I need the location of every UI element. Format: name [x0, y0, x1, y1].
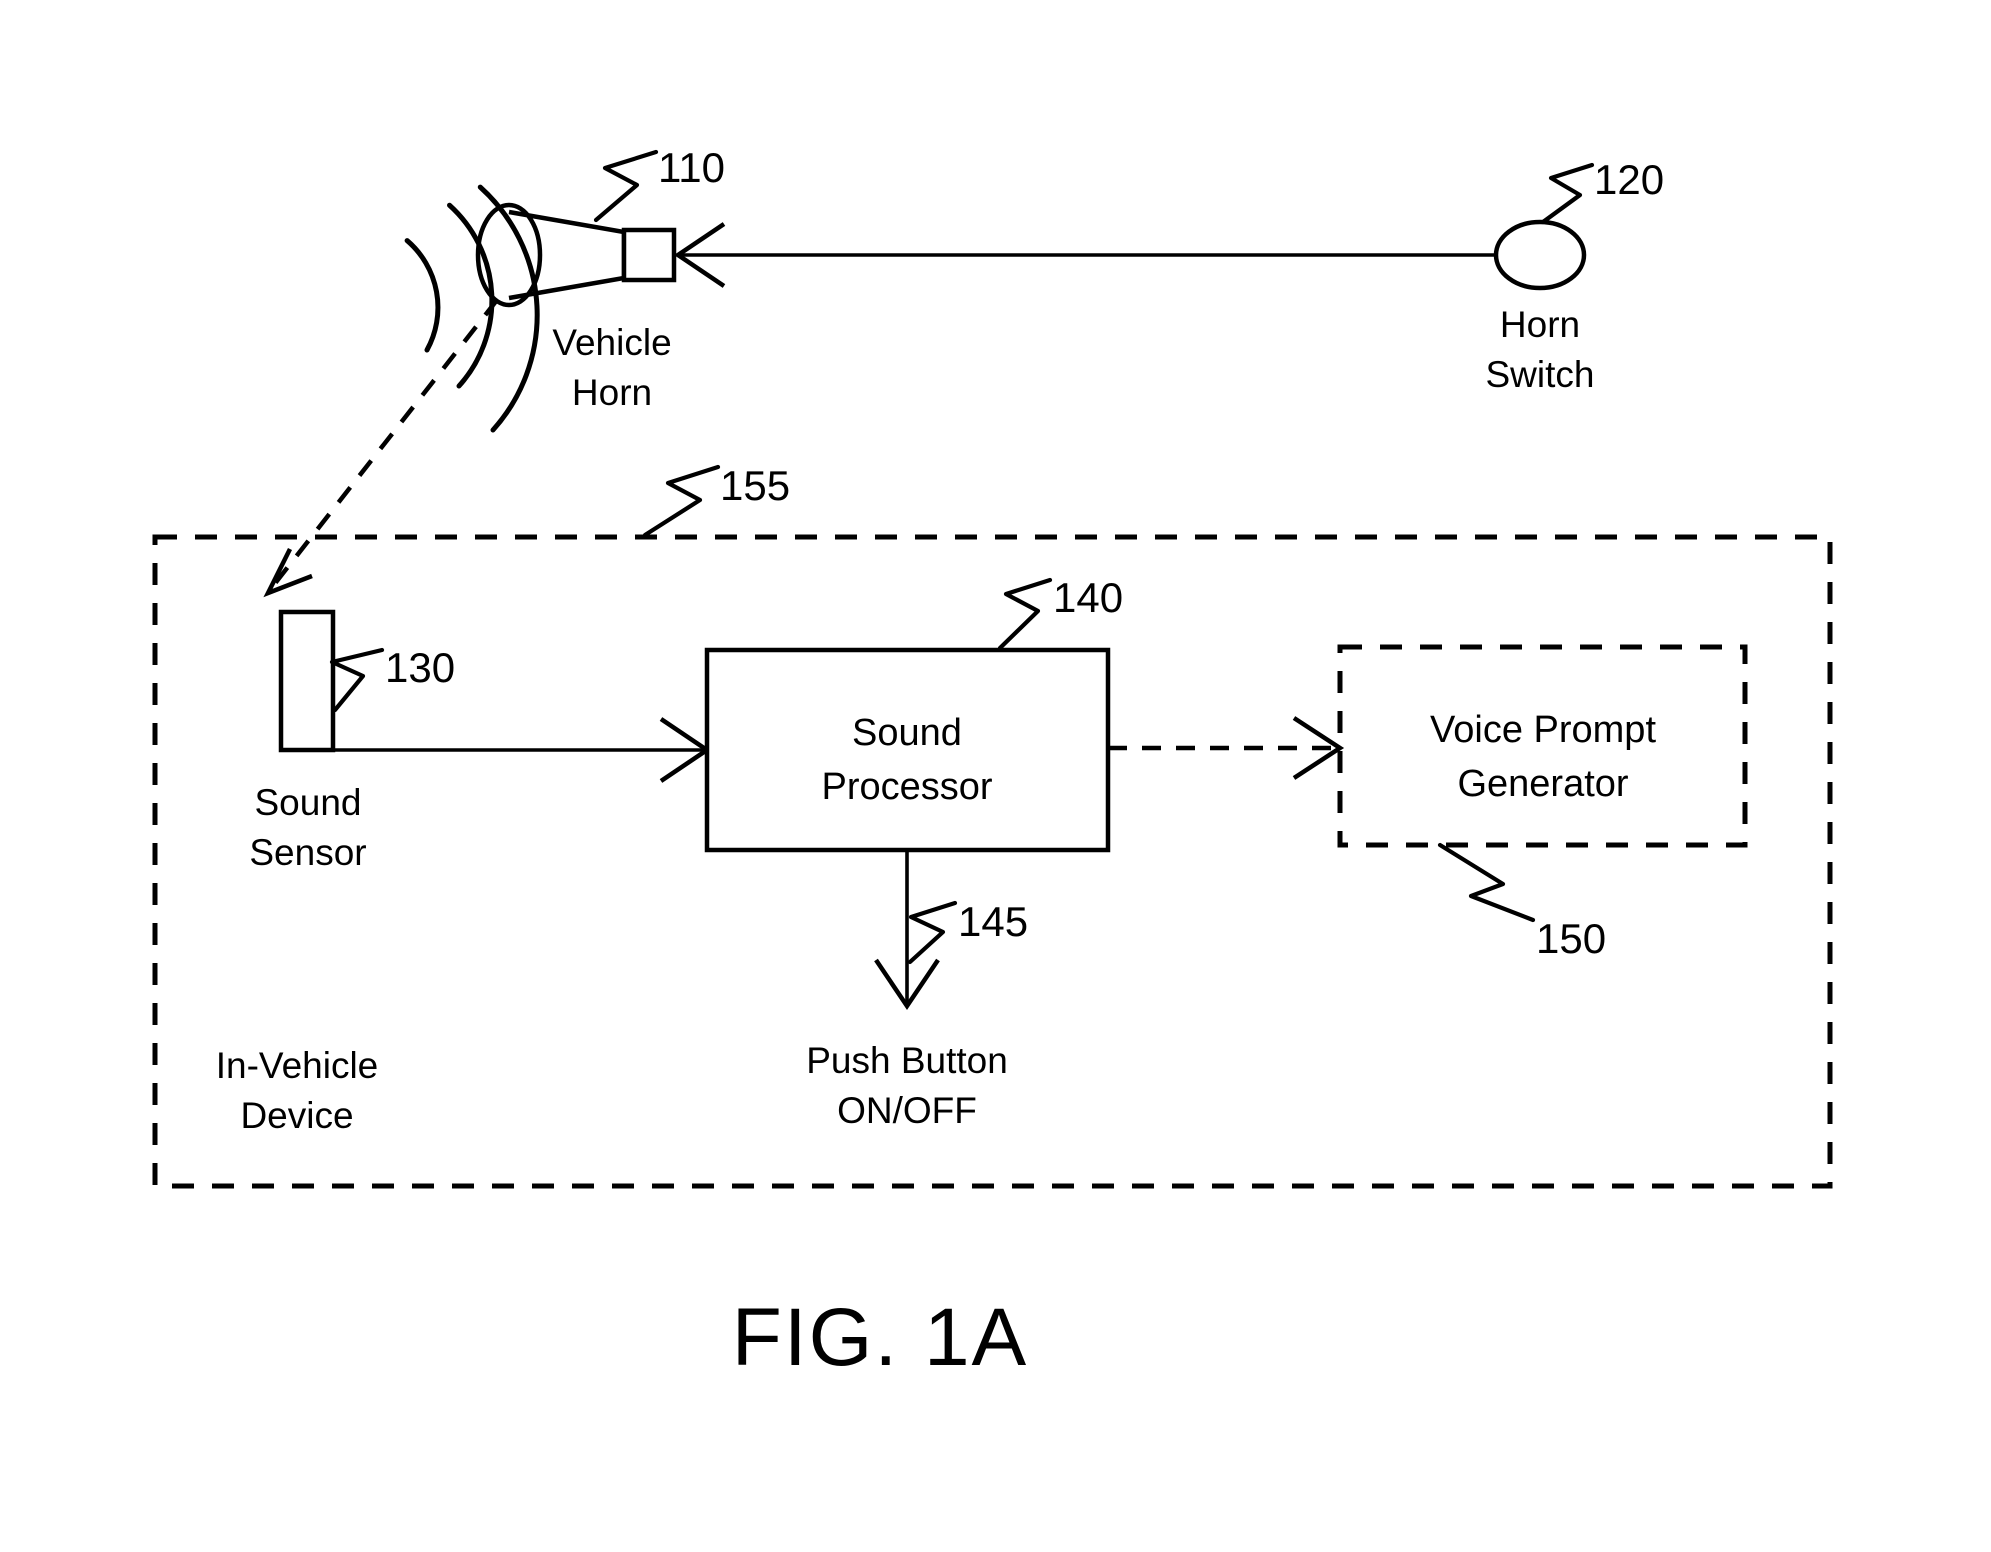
horn-switch-label-line1: Horn	[1500, 304, 1580, 345]
ref-numeral-140: 140	[1053, 574, 1123, 621]
voice-prompt-generator-label-line2: Generator	[1457, 763, 1628, 805]
push-button-label-line2: ON/OFF	[837, 1090, 977, 1131]
ref-leader-110	[593, 149, 659, 223]
sound-sensor-label-line1: Sound	[255, 782, 362, 823]
voice-prompt-generator-label-line1: Voice Prompt	[1430, 709, 1656, 751]
ref-leader-120	[1540, 162, 1595, 225]
vehicle-horn-label-line2: Horn	[572, 372, 652, 413]
connection-horn-to-sensor	[271, 298, 499, 588]
sound-sensor-label-line2: Sensor	[249, 832, 366, 873]
ref-leader-140	[997, 577, 1053, 651]
figure-canvas: Vehicle Horn Horn Switch Sound Sensor So…	[152, 144, 1833, 1383]
ref-numeral-120: 120	[1594, 156, 1664, 203]
horn-switch-ellipse	[1493, 219, 1587, 291]
ref-numeral-110: 110	[658, 144, 725, 191]
horn-switch-label-line2: Switch	[1486, 354, 1595, 395]
vehicle-horn-label-line1: Vehicle	[552, 322, 671, 363]
ref-numeral-145: 145	[958, 898, 1028, 945]
ref-leader-145	[907, 900, 958, 965]
patent-figure-1a: Vehicle Horn Horn Switch Sound Sensor So…	[0, 0, 1991, 1552]
vehicle-horn-driver	[621, 227, 677, 283]
sound-processor-label-line1: Sound	[852, 712, 962, 754]
ref-leader-130	[329, 647, 385, 713]
in-vehicle-device-label-line2: Device	[240, 1095, 353, 1136]
sound-sensor-block	[278, 609, 336, 753]
in-vehicle-device-label-line1: In-Vehicle	[216, 1045, 379, 1086]
ref-numeral-155: 155	[720, 462, 790, 509]
push-button-label-line1: Push Button	[806, 1040, 1008, 1081]
figure-title: FIG. 1A	[732, 1292, 1029, 1383]
arrowhead-to-sensor	[263, 547, 313, 598]
ref-leader-155	[642, 464, 721, 538]
sound-processor-label-line2: Processor	[821, 766, 992, 808]
in-vehicle-device-enclosure	[152, 534, 1833, 1189]
sound-wave-arc-1	[404, 238, 441, 353]
ref-leader-150	[1437, 842, 1536, 923]
ref-numeral-150: 150	[1536, 915, 1606, 962]
ref-numeral-130: 130	[385, 644, 455, 691]
